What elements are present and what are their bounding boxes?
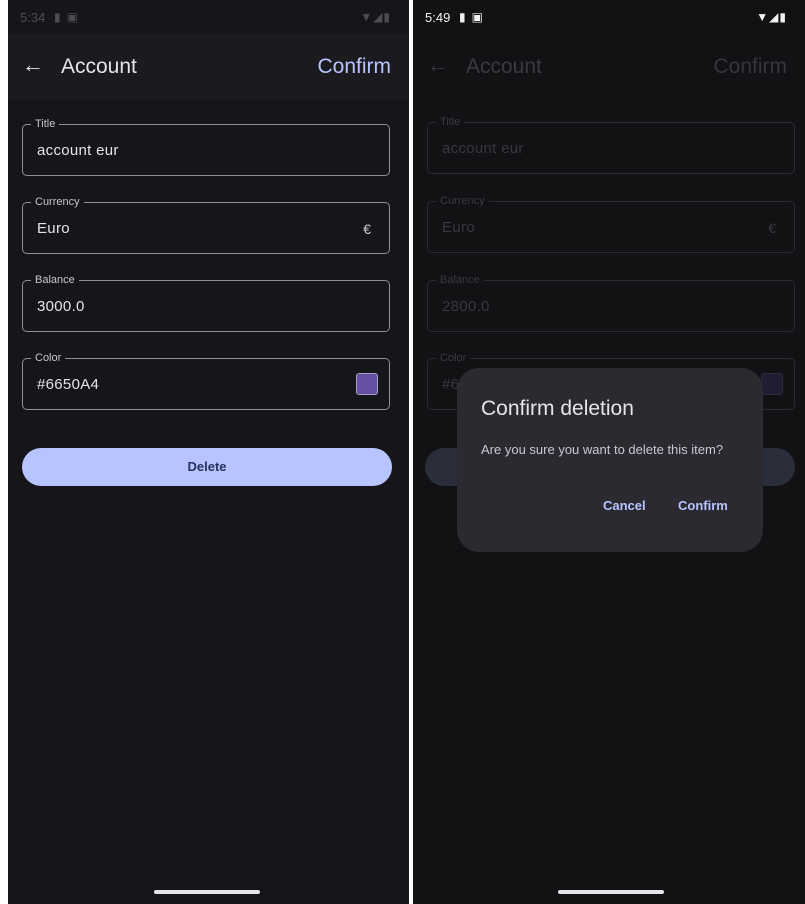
color-input[interactable]: #6650A4 (37, 376, 99, 394)
account-screen: 5:34 ▮▣ ▼◢▮ ← Account Confirm Title acco… (8, 0, 409, 904)
signal-icon: ◢ (769, 10, 780, 24)
page-title: Account (466, 55, 542, 78)
euro-icon: € (768, 220, 776, 236)
confirm-button: Confirm (713, 55, 787, 78)
balance-field: Balance 2800.0 (427, 273, 795, 332)
system-icons: ▼◢▮ (756, 10, 787, 24)
color-swatch[interactable] (356, 373, 378, 395)
balance-input: 2800.0 (442, 298, 490, 315)
dialog-title: Confirm deletion (481, 397, 634, 420)
currency-select[interactable]: Euro (37, 220, 70, 238)
color-field[interactable]: Color #6650A4 (22, 351, 390, 410)
currency-field[interactable]: Currency Euro € (22, 195, 390, 254)
color-swatch (761, 373, 783, 395)
top-app-bar: ← Account Confirm (8, 34, 409, 100)
status-time: 5:49 (425, 10, 451, 25)
confirm-button[interactable]: Confirm (317, 55, 391, 79)
notification-icon: ▮▣ (54, 10, 84, 24)
wifi-icon: ▼ (360, 10, 374, 24)
page-title: Account (61, 55, 137, 78)
title-field: Title account eur (427, 115, 795, 174)
euro-icon: € (363, 221, 371, 237)
home-indicator[interactable] (154, 890, 260, 894)
delete-button[interactable]: Delete (22, 448, 392, 486)
field-label: Balance (31, 273, 79, 287)
top-app-bar: ← Account Confirm (413, 34, 805, 100)
account-screen-with-dialog: 5:49 ▮▣ ▼◢▮ ← Account Confirm Title acco… (413, 0, 805, 904)
status-bar: 5:34 ▮▣ ▼◢▮ (8, 0, 409, 34)
confirm-deletion-dialog: Confirm deletion Are you sure you want t… (457, 368, 763, 552)
currency-select: Euro (442, 219, 475, 236)
home-indicator[interactable] (558, 890, 664, 894)
sim-icon: ▮▣ (459, 10, 489, 24)
wifi-icon: ▼ (756, 10, 770, 24)
field-label: Title (436, 115, 465, 129)
field-label: Color (436, 351, 471, 365)
dialog-message: Are you sure you want to delete this ite… (481, 442, 724, 457)
battery-icon: ▮ (383, 10, 391, 24)
balance-field[interactable]: Balance 3000.0 (22, 273, 390, 332)
title-input: account eur (442, 140, 524, 157)
field-label: Color (31, 351, 66, 365)
field-label: Currency (436, 194, 489, 208)
title-field[interactable]: Title account eur (22, 117, 390, 176)
balance-input[interactable]: 3000.0 (37, 298, 85, 316)
field-label: Balance (436, 273, 484, 287)
currency-field: Currency Euro € (427, 194, 795, 253)
battery-icon: ▮ (779, 10, 787, 24)
status-bar: 5:49 ▮▣ ▼◢▮ (413, 0, 805, 34)
title-input[interactable]: account eur (37, 142, 119, 160)
signal-icon: ◢ (373, 10, 384, 24)
status-time: 5:34 (20, 10, 46, 25)
field-label: Title (31, 117, 60, 131)
back-arrow-icon[interactable]: ← (22, 53, 44, 77)
back-arrow-icon: ← (427, 52, 449, 77)
field-label: Currency (31, 195, 84, 209)
system-icons: ▼◢▮ (360, 10, 391, 24)
cancel-button[interactable]: Cancel (603, 498, 646, 513)
dialog-confirm-button[interactable]: Confirm (678, 498, 728, 513)
